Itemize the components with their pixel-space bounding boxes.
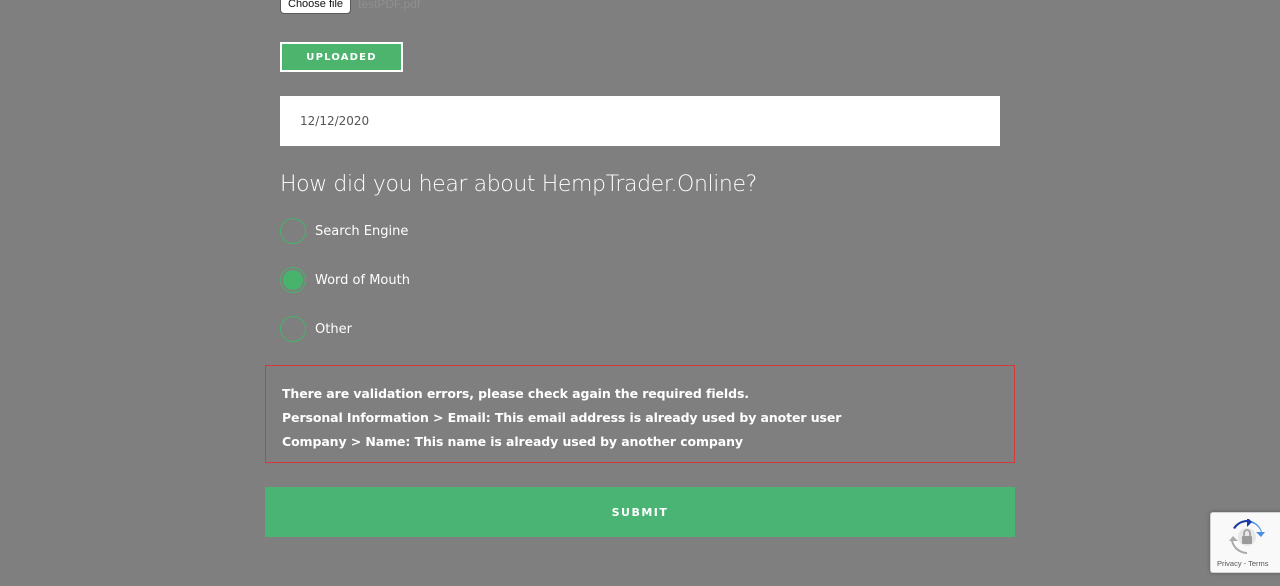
radio-button-selected[interactable] [280,267,306,293]
file-name: testPDF.pdf [358,0,421,11]
radio-option-search-engine[interactable]: Search Engine [280,218,408,244]
error-message: There are validation errors, please chec… [282,386,749,401]
recaptcha-links: Privacy - Terms [1217,559,1269,568]
submit-button[interactable]: SUBMIT [265,487,1015,537]
referral-question: How did you hear about HempTrader.Online… [280,172,757,197]
date-input[interactable]: 12/12/2020 [280,96,1000,146]
recaptcha-badge[interactable]: Privacy - Terms [1210,512,1280,573]
radio-label: Word of Mouth [315,272,410,288]
error-message: Company > Name: This name is already use… [282,434,743,449]
radio-label: Other [315,321,352,337]
recaptcha-logo-icon [1229,519,1265,554]
choose-file-button[interactable]: Choose file [280,0,352,14]
validation-error-box: There are validation errors, please chec… [265,365,1015,463]
radio-selected-dot [283,270,303,290]
file-upload-row: Choose file testPDF.pdf [280,0,420,14]
privacy-link[interactable]: Privacy [1217,559,1242,568]
error-message: Personal Information > Email: This email… [282,410,842,425]
page: Choose file testPDF.pdf UPLOADED 12/12/2… [0,0,1280,586]
terms-link[interactable]: Terms [1248,559,1268,568]
radio-option-other[interactable]: Other [280,316,352,342]
radio-button[interactable] [280,218,306,244]
uploaded-button[interactable]: UPLOADED [280,42,403,72]
radio-button[interactable] [280,316,306,342]
radio-option-word-of-mouth[interactable]: Word of Mouth [280,267,410,293]
radio-label: Search Engine [315,223,409,239]
